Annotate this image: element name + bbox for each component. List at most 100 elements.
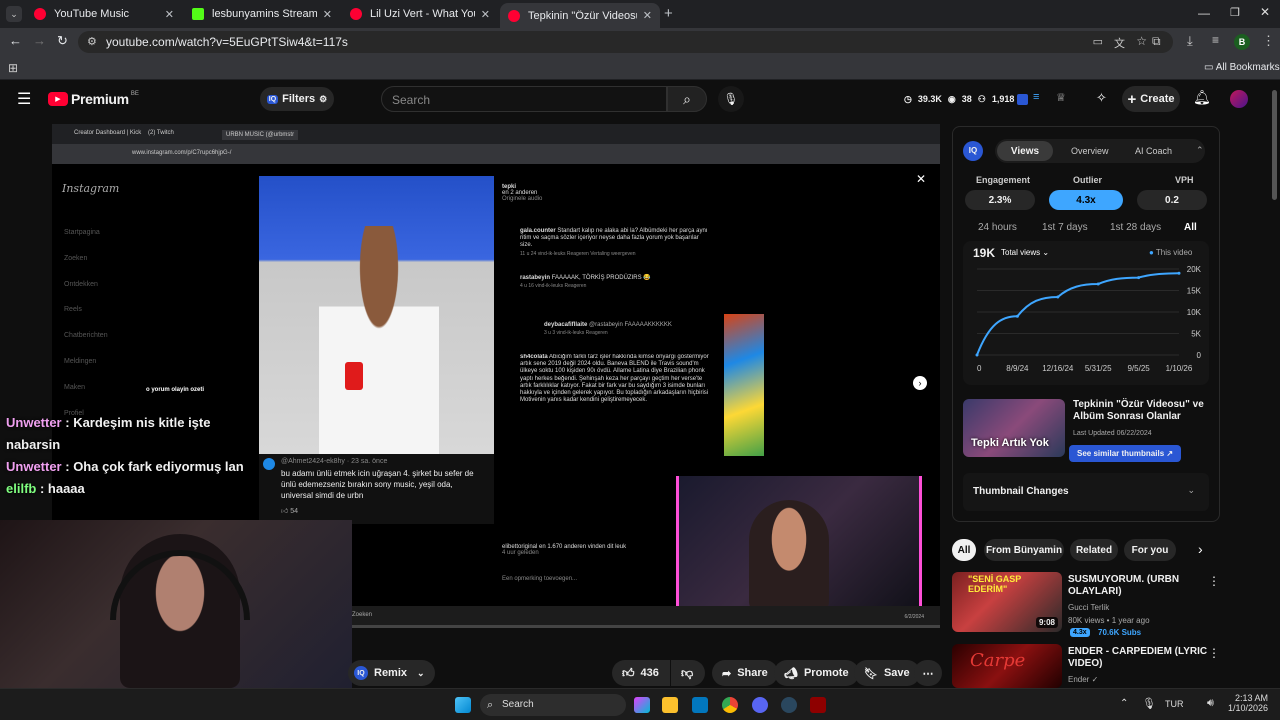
chip-all[interactable]: All: [952, 539, 976, 561]
maximize-button[interactable]: ❐: [1230, 6, 1240, 19]
chip-from-channel[interactable]: From Bünyamin: [984, 539, 1064, 561]
youtube-play-icon: ▶: [48, 92, 68, 106]
tab-search-button[interactable]: ⌄: [6, 6, 22, 22]
thumbnail-changes-accordion[interactable]: Thumbnail Changes ⌄: [963, 473, 1209, 511]
voice-search-button[interactable]: 🎙: [718, 86, 744, 112]
tab-youtube-music[interactable]: YouTube Music ✕: [26, 3, 182, 25]
tab-lil-uzi[interactable]: Lil Uzi Vert - What You Saying ✕: [342, 3, 498, 25]
chip-for-you[interactable]: For you: [1124, 539, 1176, 561]
close-icon[interactable]: ✕: [165, 8, 174, 21]
video-menu-icon[interactable]: ⋮: [1208, 574, 1220, 588]
trophy-icon[interactable]: ♕: [1056, 91, 1066, 104]
reload-icon[interactable]: ↻: [57, 33, 68, 49]
hamburger-menu-icon[interactable]: ☰: [17, 89, 31, 109]
vph-value: 0.2: [1137, 190, 1207, 210]
chrome-menu-icon[interactable]: ⋮: [1262, 33, 1275, 49]
taskbar-search[interactable]: ⌕ Search: [480, 694, 626, 716]
bookmark-icon: 🔖︎: [864, 667, 878, 680]
discord-icon[interactable]: [752, 697, 768, 713]
clock[interactable]: 2:13 AM 1/10/2026: [1228, 693, 1268, 713]
page-scrollbar[interactable]: [1272, 90, 1277, 200]
more-actions-button[interactable]: ⋯: [914, 660, 942, 686]
show-hidden-icons[interactable]: ⌃: [1120, 698, 1128, 709]
back-icon[interactable]: ←: [9, 33, 22, 48]
windows-start-icon[interactable]: [455, 697, 471, 713]
share-button[interactable]: ➦ Share: [712, 660, 778, 686]
chips-next-icon[interactable]: ›: [1198, 541, 1203, 557]
ad-updated: Last Updated 06/22/2024: [1073, 430, 1152, 437]
views-chart: 20K 15K 10K 5K 0 0 8/9/24 12/16/24 5/31/25 9/5/25…: [975, 265, 1202, 373]
x-tick-label: 8/9/24: [1006, 364, 1029, 373]
thumbnail-ad: Tepki Artık Yok: [963, 399, 1065, 457]
vidiq-panel: IQ Views Overview AI Coach ⌃ Engagement …: [952, 126, 1220, 522]
chip-related[interactable]: Related: [1070, 539, 1118, 561]
stats-menu-icon[interactable]: ≡: [1033, 91, 1039, 103]
stream-chat-overlay: Unwetter : Kardeşim nis kitle işte nabar…: [6, 412, 256, 500]
all-bookmarks-button[interactable]: ▭ All Bookmarks: [1204, 62, 1280, 73]
extensions-icon[interactable]: ⧉: [1152, 34, 1161, 49]
post-header: tepki en 2 anderen Originele audio: [502, 184, 543, 202]
tab-current-video[interactable]: Tepkinin "Özür Videosu" ve ✕: [500, 3, 660, 28]
cast-icon[interactable]: ▭: [1093, 35, 1103, 48]
close-icon[interactable]: ✕: [323, 8, 332, 21]
tab-kick-stream[interactable]: lesbunyamins Stream - Watch L ✕: [184, 3, 340, 25]
chrome-icon[interactable]: [722, 697, 738, 713]
thumbs-up-icon: 👍︎: [281, 508, 291, 515]
notifications-bell-icon[interactable]: 🔔︎: [1193, 89, 1211, 106]
tab-views[interactable]: Views: [997, 141, 1053, 161]
account-avatar[interactable]: [1230, 90, 1248, 108]
copilot-icon[interactable]: [634, 697, 650, 713]
youtube-music-icon: [34, 8, 46, 20]
media-icon[interactable]: ≡: [1212, 33, 1219, 47]
save-button[interactable]: 🔖︎ Save: [854, 660, 920, 686]
search-input[interactable]: Search: [381, 86, 667, 112]
like-button[interactable]: 👍︎ 436: [612, 660, 670, 686]
close-icon[interactable]: ✕: [643, 9, 652, 22]
vidiq-filters-button[interactable]: IQ Filters ⚙: [260, 87, 334, 111]
file-explorer-icon[interactable]: [662, 697, 678, 713]
range-all[interactable]: All: [1184, 222, 1197, 233]
steam-icon[interactable]: [781, 697, 797, 713]
video-menu-icon[interactable]: ⋮: [1208, 646, 1220, 660]
minimize-button[interactable]: —: [1198, 6, 1210, 20]
see-similar-thumbnails-button[interactable]: See similar thumbnails ↗: [1069, 445, 1182, 462]
total-views-select[interactable]: Total views ⌄: [1001, 248, 1049, 257]
remix-button[interactable]: IQ Remix ⌄: [348, 660, 435, 686]
subs-badge: 70.6K Subs: [1098, 628, 1142, 637]
microphone-icon[interactable]: 🎙︎: [1142, 697, 1156, 710]
create-button[interactable]: + Create: [1122, 86, 1180, 112]
site-info-icon[interactable]: ⚙: [87, 35, 97, 48]
translate-icon[interactable]: 文: [1114, 35, 1125, 51]
download-icon[interactable]: ⤓: [1187, 33, 1193, 49]
range-24h[interactable]: 24 hours: [978, 222, 1017, 233]
search-button[interactable]: ⌕: [667, 86, 707, 112]
range-7d[interactable]: 1st 7 days: [1042, 222, 1088, 233]
dislike-button[interactable]: 👎︎: [671, 660, 705, 686]
tab-overview[interactable]: Overview: [1071, 146, 1109, 156]
close-window-button[interactable]: ✕: [1260, 5, 1270, 19]
language-indicator[interactable]: TUR: [1165, 699, 1184, 709]
collapse-chevron-icon[interactable]: ⌃: [1196, 145, 1204, 156]
youtube-icon: [508, 9, 520, 22]
outlier-badge: 4.3x: [1070, 628, 1090, 637]
volume-icon[interactable]: 🔊︎: [1207, 697, 1214, 710]
bookmark-star-icon[interactable]: ☆: [1136, 34, 1147, 48]
recommendation-item[interactable]: "SENİ GASP EDERİM" 9:08 SUSMUYORUM. (URB…: [952, 572, 1252, 637]
promote-button[interactable]: 📣︎ Promote: [774, 660, 859, 686]
extension-puzzle-icon[interactable]: ✧: [1096, 90, 1107, 106]
close-icon[interactable]: ✕: [481, 8, 490, 21]
app-icon[interactable]: [810, 697, 826, 713]
sliders-icon: ⚙: [319, 93, 328, 104]
store-icon[interactable]: [692, 697, 708, 713]
post-image: [259, 176, 494, 454]
url-bar[interactable]: ⚙ youtube.com/watch?v=5EuGPtTSiw4&t=117s…: [78, 31, 1173, 53]
profile-avatar[interactable]: B: [1234, 34, 1250, 50]
vidiq-toolbar-icon[interactable]: [1017, 94, 1028, 105]
new-tab-button[interactable]: +: [664, 5, 673, 22]
browser-tab-strip: ⌄ YouTube Music ✕ lesbunyamins Stream - …: [0, 0, 1280, 28]
apps-grid-icon[interactable]: ⊞: [8, 61, 18, 75]
youtube-logo[interactable]: ▶ Premium BE: [48, 91, 139, 107]
tab-ai-coach[interactable]: AI Coach: [1135, 146, 1172, 156]
range-28d[interactable]: 1st 28 days: [1110, 222, 1161, 233]
forward-icon[interactable]: →: [33, 33, 46, 48]
